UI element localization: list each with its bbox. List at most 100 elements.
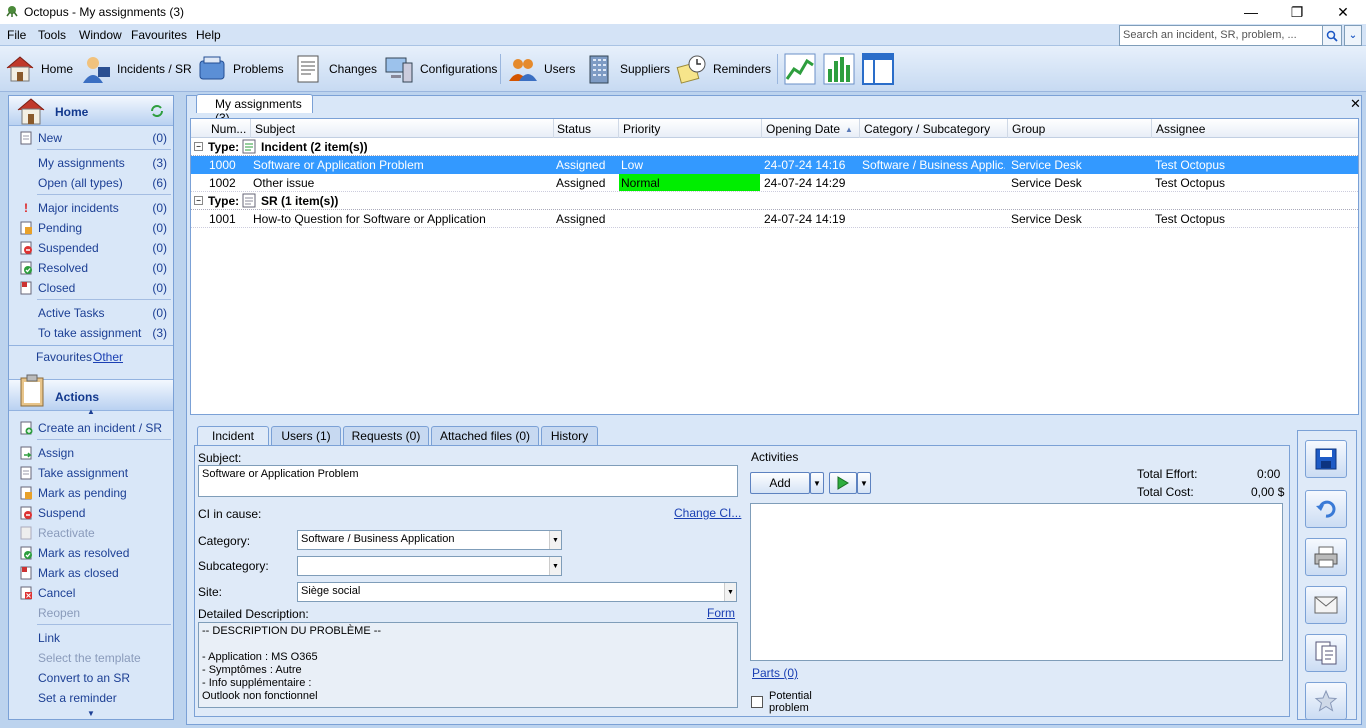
action-cancel[interactable]: Cancel bbox=[9, 583, 173, 603]
description-textarea[interactable]: -- DESCRIPTION DU PROBLÈME -- - Applicat… bbox=[198, 622, 738, 708]
tab-users[interactable]: Users (1) bbox=[271, 426, 341, 445]
subcategory-select[interactable]: ▼ bbox=[297, 556, 562, 576]
play-dropdown[interactable]: ▼ bbox=[857, 472, 871, 494]
action-link[interactable]: Link bbox=[9, 628, 173, 648]
collapse-icon[interactable]: − bbox=[194, 196, 203, 205]
menu-window[interactable]: Window bbox=[79, 28, 122, 42]
action-convert-to-sr[interactable]: Convert to an SR bbox=[9, 668, 173, 688]
add-activity-button[interactable]: Add bbox=[750, 472, 810, 494]
tab-my-assignments[interactable]: My assignments (3) bbox=[196, 94, 313, 125]
site-select[interactable]: Siège social ▼ bbox=[297, 582, 737, 602]
tab-requests[interactable]: Requests (0) bbox=[343, 426, 429, 445]
add-activity-dropdown[interactable]: ▼ bbox=[810, 472, 824, 494]
tab-incident[interactable]: Incident bbox=[197, 426, 269, 446]
create-icon bbox=[20, 421, 33, 435]
nav-suspended[interactable]: Suspended (0) bbox=[9, 238, 173, 258]
toolbar-bar-chart-button[interactable] bbox=[823, 52, 860, 86]
scroll-down-icon[interactable]: ▼ bbox=[87, 709, 95, 718]
action-label: Assign bbox=[38, 446, 75, 460]
search-button[interactable] bbox=[1322, 25, 1342, 46]
favourites-other-link[interactable]: Other bbox=[93, 350, 123, 364]
toolbar-trend-chart-button[interactable] bbox=[784, 52, 821, 86]
col-assignee[interactable]: Assignee bbox=[1156, 122, 1205, 136]
reactivate-icon bbox=[20, 526, 32, 540]
scroll-up-icon[interactable]: ▲ bbox=[87, 407, 95, 416]
tab-attached-files[interactable]: Attached files (0) bbox=[431, 426, 539, 445]
subject-input[interactable]: Software or Application Problem bbox=[198, 465, 738, 497]
action-reactivate[interactable]: Reactivate bbox=[9, 523, 173, 543]
favourites-label[interactable]: Favourites bbox=[36, 350, 92, 364]
nav-to-take-assignment[interactable]: To take assignment (3) bbox=[9, 323, 173, 343]
copy-button[interactable] bbox=[1305, 634, 1347, 672]
category-select[interactable]: Software / Business Application ▼ bbox=[297, 530, 562, 550]
toolbar-home-button[interactable]: Home bbox=[4, 52, 73, 86]
search-input[interactable]: Search an incident, SR, problem, ... bbox=[1119, 25, 1327, 46]
col-group[interactable]: Group bbox=[1012, 122, 1045, 136]
col-category[interactable]: Category / Subcategory bbox=[864, 122, 990, 136]
refresh-icon[interactable] bbox=[150, 104, 164, 118]
nav-active-tasks[interactable]: Active Tasks (0) bbox=[9, 303, 173, 323]
nav-new[interactable]: New (0) bbox=[9, 128, 173, 148]
toolbar-suppliers-button[interactable]: Suppliers bbox=[583, 52, 670, 86]
toolbar-changes-button[interactable]: Changes bbox=[292, 52, 377, 86]
action-mark-resolved[interactable]: Mark as resolved bbox=[9, 543, 173, 563]
nav-major-incidents[interactable]: ! Major incidents (0) bbox=[9, 198, 173, 218]
menu-file[interactable]: File bbox=[7, 28, 26, 42]
menu-tools[interactable]: Tools bbox=[38, 28, 66, 42]
nav-resolved[interactable]: Resolved (0) bbox=[9, 258, 173, 278]
tab-history[interactable]: History bbox=[541, 426, 598, 445]
save-button[interactable] bbox=[1305, 440, 1347, 478]
group-row-sr[interactable]: − Type: SR (1 item(s)) bbox=[191, 192, 1358, 210]
toolbar-suppliers-label: Suppliers bbox=[620, 62, 671, 76]
toolbar-users-button[interactable]: Users bbox=[507, 52, 575, 86]
maximize-button[interactable]: ❐ bbox=[1274, 0, 1320, 24]
action-mark-pending[interactable]: Mark as pending bbox=[9, 483, 173, 503]
search-options-button[interactable]: ⌄ bbox=[1344, 25, 1362, 46]
action-assign[interactable]: Assign bbox=[9, 443, 173, 463]
close-window-button[interactable]: ✕ bbox=[1320, 0, 1366, 24]
activities-list[interactable] bbox=[750, 503, 1283, 661]
toolbar-configurations-button[interactable]: Configurations bbox=[383, 52, 497, 86]
action-mark-closed[interactable]: Mark as closed bbox=[9, 563, 173, 583]
toolbar-problems-button[interactable]: Problems bbox=[196, 52, 284, 86]
table-row[interactable]: 1001 How-to Question for Software or App… bbox=[191, 210, 1358, 228]
group-row-incident[interactable]: − Type: Incident (2 item(s)) bbox=[191, 138, 1358, 156]
action-suspend[interactable]: Suspend bbox=[9, 503, 173, 523]
toolbar-reminders-button[interactable]: Reminders bbox=[676, 52, 771, 86]
col-opening-date[interactable]: Opening Date bbox=[766, 122, 840, 136]
nav-open-all-types[interactable]: Open (all types) (6) bbox=[9, 173, 173, 193]
home-panel-header[interactable]: Home bbox=[9, 96, 173, 126]
change-ci-link[interactable]: Change CI... bbox=[674, 506, 741, 520]
toolbar-layout-button[interactable] bbox=[862, 52, 899, 86]
collapse-icon[interactable]: − bbox=[194, 142, 203, 151]
play-button[interactable] bbox=[829, 472, 857, 494]
table-row[interactable]: 1000 Software or Application Problem Ass… bbox=[191, 156, 1358, 174]
potential-problem-checkbox[interactable] bbox=[751, 696, 763, 708]
undo-button[interactable] bbox=[1305, 490, 1347, 528]
email-button[interactable] bbox=[1305, 586, 1347, 624]
cell-date: 24-07-24 14:29 bbox=[764, 176, 846, 190]
col-num[interactable]: Num... bbox=[211, 122, 246, 136]
menu-favourites[interactable]: Favourites bbox=[131, 28, 187, 42]
favourite-button[interactable] bbox=[1305, 682, 1347, 720]
minimize-button[interactable]: — bbox=[1228, 0, 1274, 24]
action-take-assignment[interactable]: Take assignment bbox=[9, 463, 173, 483]
print-button[interactable] bbox=[1305, 538, 1347, 576]
action-set-reminder[interactable]: Set a reminder bbox=[9, 688, 173, 708]
nav-pending[interactable]: Pending (0) bbox=[9, 218, 173, 238]
table-row[interactable]: 1002 Other issue Assigned Normal 24-07-2… bbox=[191, 174, 1358, 192]
col-subject[interactable]: Subject bbox=[255, 122, 295, 136]
col-priority[interactable]: Priority bbox=[623, 122, 660, 136]
nav-my-assignments[interactable]: My assignments (3) bbox=[9, 153, 173, 173]
parts-link[interactable]: Parts (0) bbox=[752, 666, 798, 680]
action-reopen[interactable]: Reopen bbox=[9, 603, 173, 623]
menu-help[interactable]: Help bbox=[196, 28, 221, 42]
nav-closed[interactable]: Closed (0) bbox=[9, 278, 173, 298]
closed-icon bbox=[20, 566, 32, 580]
toolbar-incidents-button[interactable]: Incidents / SR bbox=[80, 52, 192, 86]
close-tab-icon[interactable]: ✕ bbox=[1350, 96, 1361, 112]
action-select-template[interactable]: Select the template bbox=[9, 648, 173, 668]
form-link[interactable]: Form bbox=[707, 606, 735, 620]
col-status[interactable]: Status bbox=[557, 122, 591, 136]
action-create-incident[interactable]: Create an incident / SR bbox=[9, 418, 173, 438]
